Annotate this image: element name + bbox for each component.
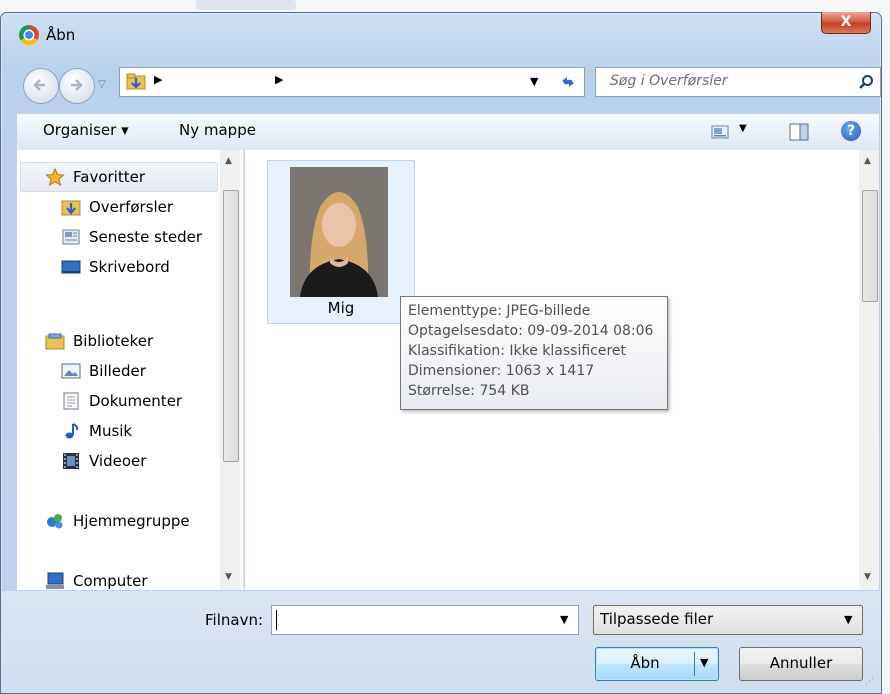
tooltip-line-date: Optagelsesdato: 09-09-2014 08:06 [408,323,654,339]
scroll-thumb[interactable] [862,190,878,302]
search-input[interactable]: Søg i Overførsler [595,67,881,97]
navigation-pane: Favoritter Overførsler Seneste steder Sk… [17,150,244,590]
sidebar-item-label: Skrivebord [89,258,170,276]
address-dropdown-icon[interactable]: ▼ [530,75,538,88]
arrow-left-icon [33,79,45,91]
view-icon [711,125,729,139]
new-folder-button[interactable]: Ny mappe [179,121,256,139]
documents-icon [63,392,79,410]
sidebar-item-label: Dokumenter [89,392,183,410]
search-icon[interactable] [858,74,874,90]
open-button-label: Åbn [630,654,660,672]
help-icon: ? [846,123,856,139]
file-type-dropdown-icon: ▼ [844,613,853,626]
file-name: Mig [327,299,355,317]
refresh-icon [562,77,574,87]
sidebar-item-label: Favoritter [73,168,145,186]
filename-input[interactable]: ▼ [271,605,579,635]
libraries-icon [45,333,65,350]
dialog-title: Åbn [46,26,76,44]
split-divider [694,652,695,676]
breadcrumb-chevron-icon[interactable]: ▶ [154,73,162,86]
scroll-down-icon[interactable]: ▼ [864,572,871,582]
tooltip-line-size: Størrelse: 754 KB [408,383,530,399]
scroll-up-icon[interactable]: ▲ [225,156,232,166]
file-type-select[interactable]: Tilpassede filer ▼ [593,605,863,635]
organise-button[interactable]: Organiser ▾ [43,121,129,139]
recent-locations-dropdown[interactable]: ▽ [98,79,106,90]
resize-grip-icon[interactable]: ⋰ [865,677,877,689]
change-view-button[interactable]: ▼ [711,122,751,142]
downloads-folder-icon [61,200,81,216]
close-button[interactable]: X [821,12,871,34]
search-placeholder: Søg i Overførsler [610,73,728,89]
preview-pane-button[interactable] [789,122,811,142]
homegroup-icon [47,514,63,529]
view-dropdown-icon: ▼ [739,123,747,134]
videos-icon [63,453,79,469]
desktop-icon [61,260,81,274]
title-bar[interactable]: Åbn X [1,12,881,53]
navigation-scrollbar[interactable]: ▲ ▼ [220,150,240,590]
file-list-scrollbar[interactable]: ▲ ▼ [859,150,879,590]
cancel-button[interactable]: Annuller [739,647,863,681]
portrait-image [290,167,388,297]
filename-dropdown-icon[interactable]: ▼ [560,613,568,626]
computer-icon [46,572,64,589]
recent-places-icon [62,229,80,245]
file-name-panel: Filnavn: ▼ Tilpassede filer ▼ Åbn ▼ Annu… [1,591,881,693]
tooltip-line-rating: Klassifikation: Ikke klassificeret [408,343,627,359]
cancel-button-label: Annuller [769,654,833,672]
file-info-tooltip: Elementtype: JPEG-billede Optagelsesdato… [400,296,668,410]
tooltip-line-type: Elementtype: JPEG-billede [408,303,591,319]
scroll-down-icon[interactable]: ▼ [225,572,232,582]
downloads-folder-icon [126,73,146,90]
chrome-icon [19,25,39,45]
text-caret [276,610,277,630]
scroll-thumb[interactable] [223,190,239,462]
open-button[interactable]: Åbn ▼ [595,647,719,681]
arrow-right-icon [71,79,83,91]
breadcrumb-chevron-icon[interactable]: ▶ [275,73,283,86]
tooltip-line-dimensions: Dimensioner: 1063 x 1417 [408,363,595,379]
sidebar-item-label: Biblioteker [73,332,154,350]
back-button[interactable] [23,68,59,104]
file-item[interactable]: Mig [267,160,415,324]
sidebar-item-label: Hjemmegruppe [73,512,190,530]
open-options-dropdown-icon[interactable]: ▼ [700,656,708,669]
address-bar[interactable]: ▶ ▶ ▼ [119,67,553,97]
preview-pane-icon [789,123,809,141]
photo-thumbnail [290,167,388,297]
music-icon [65,423,79,439]
pictures-icon [61,363,81,379]
sidebar-item-label: Computer [73,572,148,590]
command-toolbar: Organiser ▾ Ny mappe ▼ ? [17,113,879,151]
file-type-value: Tilpassede filer [600,610,714,628]
refresh-button[interactable] [552,67,585,97]
scroll-up-icon[interactable]: ▲ [864,156,871,166]
forward-button[interactable] [59,68,95,104]
sidebar-item-label: Overførsler [89,198,174,216]
background-label [196,0,296,10]
help-button[interactable]: ? [841,121,861,141]
filename-label: Filnavn: [205,611,264,629]
sidebar-item-label: Musik [89,422,133,440]
star-icon [45,168,65,186]
sidebar-item-label: Seneste steder [89,228,203,246]
sidebar-item-label: Billeder [89,362,146,380]
sidebar-item-label: Videoer [89,452,147,470]
